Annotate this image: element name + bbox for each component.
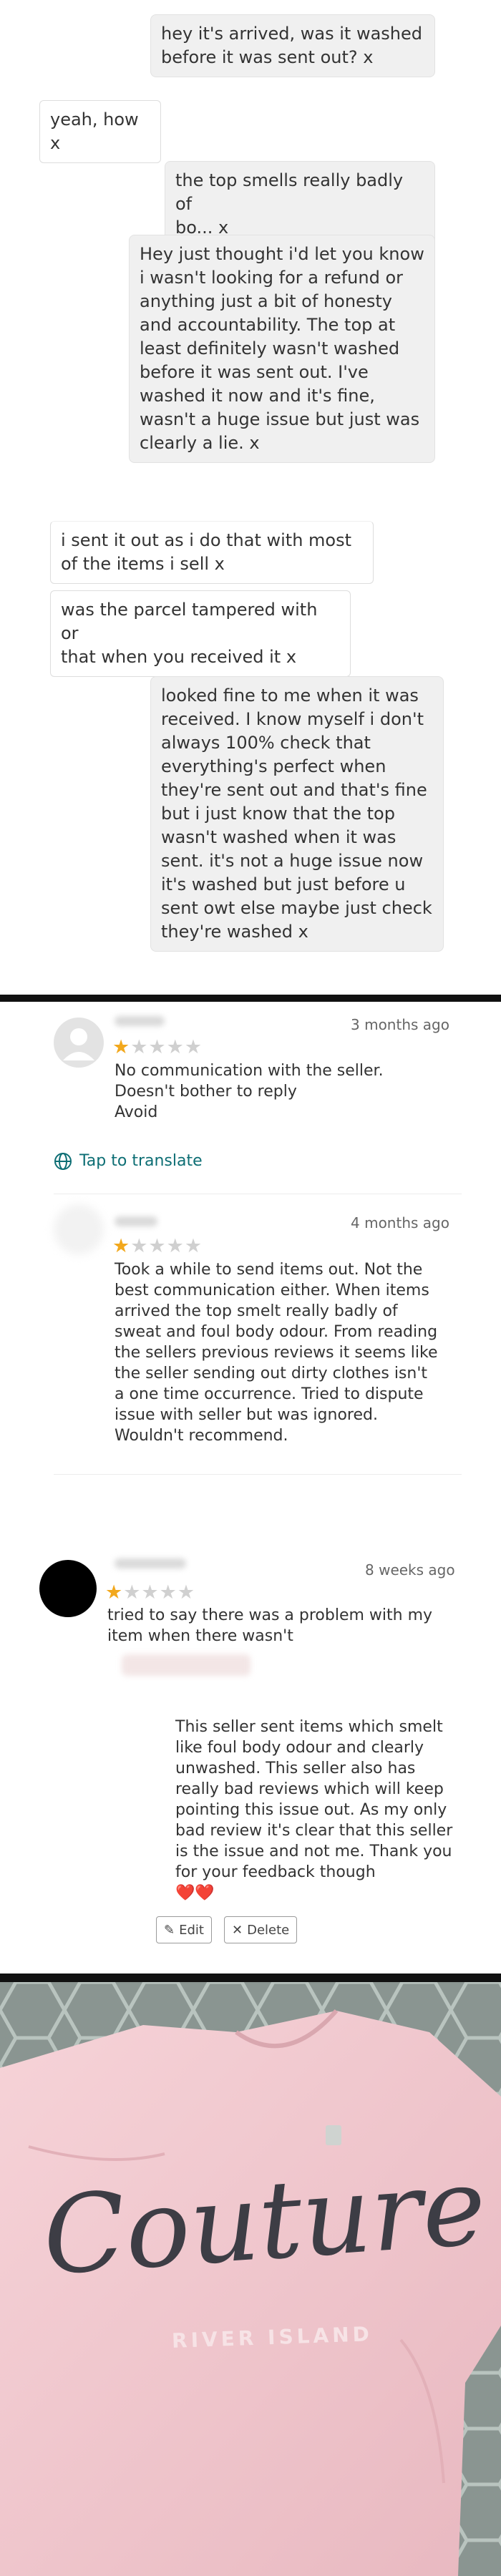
close-icon: ✕ xyxy=(232,1922,243,1938)
user-avatar-icon[interactable] xyxy=(39,1560,97,1617)
star-rating: ★★★★★ xyxy=(112,1236,203,1256)
tshirt-photo: Couture RIVER ISLAND xyxy=(0,1982,501,2576)
review-text: tried to say there was a problem with my… xyxy=(107,1606,433,1645)
chat-bubble-received: yeah, how x xyxy=(39,100,161,163)
message-text: hey it's arrived, was it washed before i… xyxy=(161,24,422,67)
message-text: the top smells really badly of bo... x xyxy=(175,170,404,238)
review-date: 3 months ago xyxy=(351,1016,449,1033)
message-text: looked fine to me when it was received. … xyxy=(161,686,432,942)
chat-screenshot: hey it's arrived, was it washed before i… xyxy=(0,0,501,995)
reviewer-name-redacted xyxy=(115,1216,157,1226)
user-avatar-icon[interactable] xyxy=(54,1204,104,1254)
message-text: yeah, how x xyxy=(50,109,139,153)
star-rating: ★★★★★ xyxy=(112,1038,203,1057)
star-filled-icon: ★ xyxy=(105,1581,124,1604)
chat-bubble-sent: looked fine to me when it was received. … xyxy=(150,676,444,952)
message-text: was the parcel tampered with or that whe… xyxy=(61,600,318,667)
edit-button[interactable]: ✎ Edit xyxy=(156,1916,212,1943)
star-rating: ★★★★★ xyxy=(105,1583,195,1602)
review-date: 8 weeks ago xyxy=(365,1561,455,1579)
review-date: 4 months ago xyxy=(351,1214,449,1231)
delete-label: Delete xyxy=(247,1922,290,1938)
heart-icon: ❤️❤️ xyxy=(175,1884,215,1902)
review-text: Took a while to send items out. Not the … xyxy=(115,1261,438,1445)
message-text: Hey just thought i'd let you know i wasn… xyxy=(140,244,424,453)
user-avatar-icon[interactable] xyxy=(54,1018,104,1068)
section-divider xyxy=(0,1974,501,1982)
chat-bubble-received: was the parcel tampered with or that whe… xyxy=(50,590,351,677)
seller-reply-body: This seller sent items which smelt like … xyxy=(175,1718,453,1881)
chat-bubble-sent: Hey just thought i'd let you know i wasn… xyxy=(129,235,435,463)
message-text: i sent it out as i do that with most of … xyxy=(61,530,352,574)
seller-reply-text: This seller sent items which smelt like … xyxy=(175,1696,476,1903)
star-filled-icon: ★ xyxy=(112,1036,131,1058)
star-filled-icon: ★ xyxy=(112,1235,131,1257)
chat-bubble-received: i sent it out as i do that with most of … xyxy=(50,521,374,584)
star-empty-icon: ★★★★ xyxy=(130,1036,203,1058)
star-empty-icon: ★★★★ xyxy=(130,1235,203,1257)
star-empty-icon: ★★★★ xyxy=(123,1581,196,1604)
edit-label: Edit xyxy=(179,1922,204,1938)
pencil-icon: ✎ xyxy=(164,1922,175,1938)
translate-label: Tap to translate xyxy=(79,1152,203,1170)
review-text: No communication with the seller. Doesn'… xyxy=(115,1062,384,1121)
section-divider xyxy=(0,995,501,1002)
translate-link[interactable]: Tap to translate xyxy=(54,1152,203,1171)
chat-bubble-sent: hey it's arrived, was it washed before i… xyxy=(150,14,435,77)
reviews-screenshot: 3 months ago ★★★★★ No communication with… xyxy=(0,1002,501,1982)
globe-icon xyxy=(54,1153,72,1170)
reviewer-name-redacted xyxy=(115,1558,186,1568)
reply-author-redacted xyxy=(122,1654,250,1676)
shirt-logo-text: Couture xyxy=(39,2144,490,2300)
delete-button[interactable]: ✕ Delete xyxy=(224,1916,298,1943)
reviewer-name-redacted xyxy=(115,1016,165,1026)
review-separator xyxy=(54,1474,462,1475)
